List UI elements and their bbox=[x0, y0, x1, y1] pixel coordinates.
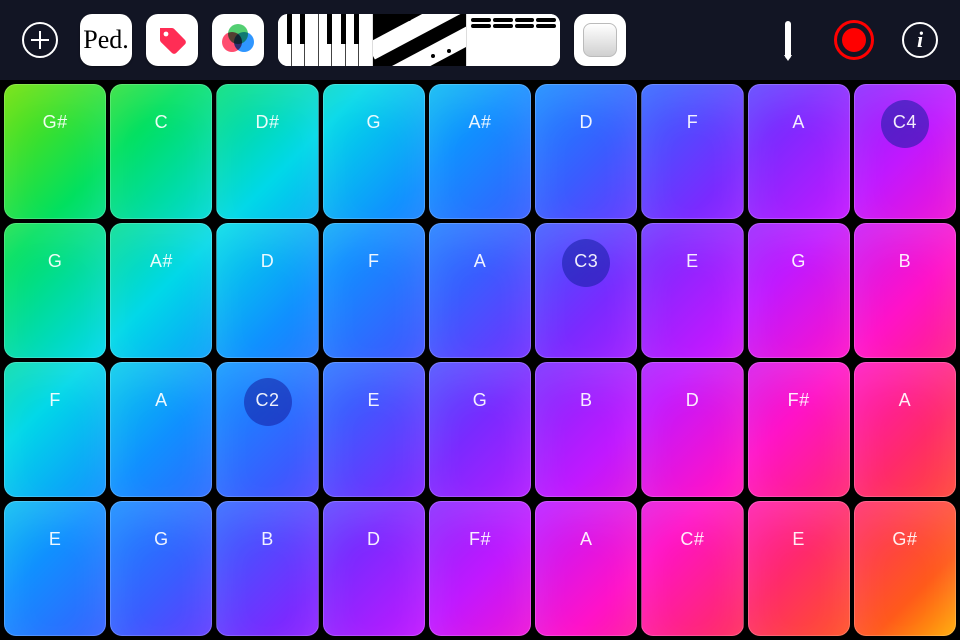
pad-C2[interactable]: C2 bbox=[216, 362, 318, 497]
pad-label: G# bbox=[4, 112, 106, 133]
pad-A[interactable]: A bbox=[748, 84, 850, 219]
pencil-icon bbox=[785, 21, 791, 59]
pad-label: E bbox=[748, 529, 850, 550]
pad-label: F bbox=[4, 390, 106, 411]
pad-A[interactable]: A bbox=[429, 223, 531, 358]
tag-icon bbox=[156, 24, 188, 56]
pad-D[interactable]: D bbox=[535, 84, 637, 219]
pad-D[interactable]: D bbox=[641, 362, 743, 497]
pad-E[interactable]: E bbox=[748, 501, 850, 636]
pad-label: D# bbox=[216, 112, 318, 133]
pad-F[interactable]: F bbox=[4, 362, 106, 497]
pad-label: C# bbox=[641, 529, 743, 550]
pad-A[interactable]: A bbox=[535, 501, 637, 636]
pad-F[interactable]: F bbox=[323, 223, 425, 358]
pad-G[interactable]: G bbox=[323, 84, 425, 219]
add-button[interactable] bbox=[14, 14, 66, 66]
pad-G[interactable]: G bbox=[4, 223, 106, 358]
pad-label: B bbox=[535, 390, 637, 411]
pad-label: D bbox=[216, 251, 318, 272]
pad-label: B bbox=[854, 251, 956, 272]
pad-label: G bbox=[748, 251, 850, 272]
pad-G[interactable]: G bbox=[110, 501, 212, 636]
pad-label: D bbox=[641, 390, 743, 411]
pad-label: G# bbox=[854, 529, 956, 550]
square-icon bbox=[583, 23, 617, 57]
pad-Dsharp[interactable]: D# bbox=[216, 84, 318, 219]
keyboard-icon bbox=[278, 14, 372, 66]
pad-C3[interactable]: C3 bbox=[535, 223, 637, 358]
pad-E[interactable]: E bbox=[641, 223, 743, 358]
tag-button[interactable] bbox=[146, 14, 198, 66]
pad-F[interactable]: F bbox=[641, 84, 743, 219]
pad-Gsharp[interactable]: G# bbox=[854, 501, 956, 636]
pad-label: C3 bbox=[535, 251, 637, 272]
pad-label: E bbox=[4, 529, 106, 550]
record-icon bbox=[834, 20, 874, 60]
grid-icon bbox=[467, 14, 560, 32]
pad-Asharp[interactable]: A# bbox=[429, 84, 531, 219]
pad-E[interactable]: E bbox=[323, 362, 425, 497]
pad-B[interactable]: B bbox=[854, 223, 956, 358]
pad-label: A# bbox=[110, 251, 212, 272]
pad-A[interactable]: A bbox=[110, 362, 212, 497]
pad-label: A bbox=[854, 390, 956, 411]
pad-C4[interactable]: C4 bbox=[854, 84, 956, 219]
pad-label: A bbox=[535, 529, 637, 550]
pad-label: B bbox=[216, 529, 318, 550]
pad-label: G bbox=[429, 390, 531, 411]
pad-label: D bbox=[535, 112, 637, 133]
pad-Fsharp[interactable]: F# bbox=[429, 501, 531, 636]
pad-label: F bbox=[323, 251, 425, 272]
pedal-icon: Ped. bbox=[83, 25, 129, 55]
color-button[interactable] bbox=[212, 14, 264, 66]
pad-D[interactable]: D bbox=[216, 223, 318, 358]
toolbar: Ped. bbox=[0, 0, 960, 80]
mode-grid[interactable] bbox=[466, 14, 560, 66]
pad-label: D bbox=[323, 529, 425, 550]
pad-label: E bbox=[641, 251, 743, 272]
mode-ribbon[interactable] bbox=[372, 14, 466, 66]
pad-Csharp[interactable]: C# bbox=[641, 501, 743, 636]
pad-label: G bbox=[110, 529, 212, 550]
tool-button[interactable] bbox=[762, 14, 814, 66]
layout-mode-selector bbox=[278, 14, 560, 66]
pad-label: A# bbox=[429, 112, 531, 133]
info-icon: i bbox=[902, 22, 938, 58]
toggle-button[interactable] bbox=[574, 14, 626, 66]
pad-label: G bbox=[4, 251, 106, 272]
pad-Gsharp[interactable]: G# bbox=[4, 84, 106, 219]
pad-label: C bbox=[110, 112, 212, 133]
pad-C[interactable]: C bbox=[110, 84, 212, 219]
pad-A[interactable]: A bbox=[854, 362, 956, 497]
pad-label: F# bbox=[429, 529, 531, 550]
pad-D[interactable]: D bbox=[323, 501, 425, 636]
pad-label: C2 bbox=[216, 390, 318, 411]
pad-label: A bbox=[748, 112, 850, 133]
pad-Fsharp[interactable]: F# bbox=[748, 362, 850, 497]
pad-G[interactable]: G bbox=[429, 362, 531, 497]
pad-B[interactable]: B bbox=[535, 362, 637, 497]
pad-label: G bbox=[323, 112, 425, 133]
venn-icon bbox=[220, 22, 256, 58]
pad-area: G#CD#GA#DFAC4GA#DFAC3EGBFAC2EGBDF#AEGBDF… bbox=[0, 80, 960, 640]
pad-Asharp[interactable]: A# bbox=[110, 223, 212, 358]
pad-label: A bbox=[110, 390, 212, 411]
plus-icon bbox=[22, 22, 58, 58]
mode-keyboard[interactable] bbox=[278, 14, 372, 66]
pad-label: F bbox=[641, 112, 743, 133]
pedal-button[interactable]: Ped. bbox=[80, 14, 132, 66]
pad-label: A bbox=[429, 251, 531, 272]
pad-label: F# bbox=[748, 390, 850, 411]
pad-label: C4 bbox=[854, 112, 956, 133]
pad-label: E bbox=[323, 390, 425, 411]
pad-grid: G#CD#GA#DFAC4GA#DFAC3EGBFAC2EGBDF#AEGBDF… bbox=[0, 80, 960, 640]
pad-E[interactable]: E bbox=[4, 501, 106, 636]
info-button[interactable]: i bbox=[894, 14, 946, 66]
pad-B[interactable]: B bbox=[216, 501, 318, 636]
record-button[interactable] bbox=[828, 14, 880, 66]
pad-G[interactable]: G bbox=[748, 223, 850, 358]
